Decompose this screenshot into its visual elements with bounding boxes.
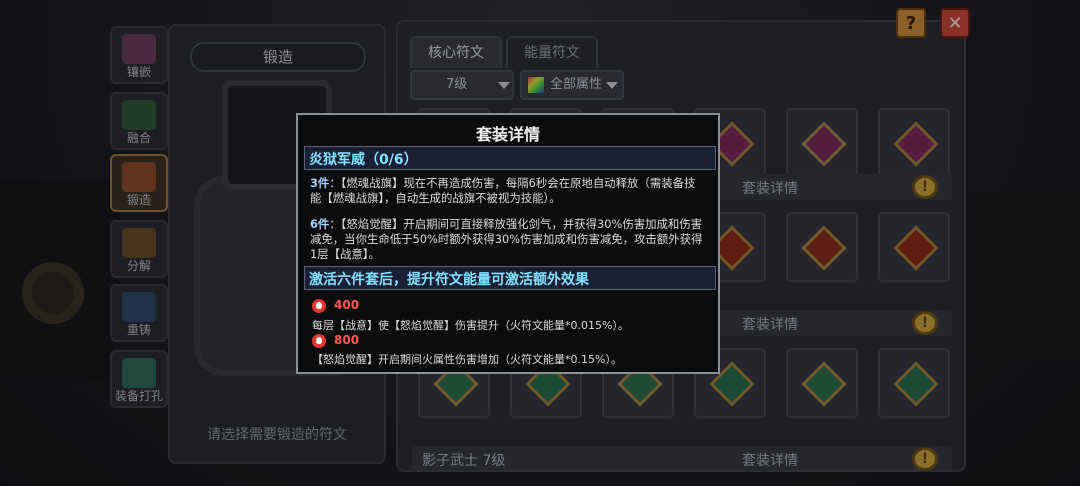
- bonus-3-piece: 3件：【燃魂战旗】现在不再造成伤害，每隔6秒会在原地自动释放（需装备技能【燃魂战…: [310, 176, 706, 206]
- extra-effect-header: 激活六件套后，提升符文能量可激活额外效果: [304, 266, 716, 290]
- set-name: 炎狱军威（0/6）: [309, 152, 418, 168]
- set-details-popup: 套装详情 炎狱军威（0/6） 3件：【燃魂战旗】现在不再造成伤害，每隔6秒会在原…: [296, 113, 720, 374]
- extra-effect-desc: 每层【战意】使【怒焰觉醒】伤害提升（火符文能量*0.015%）。: [312, 319, 629, 332]
- bonus-3-text: ：【燃魂战旗】现在不再造成伤害，每隔6秒会在原地自动释放（需装备技能【燃魂战旗】…: [310, 176, 696, 205]
- bonus-6-tag: 6件: [310, 217, 330, 231]
- extra-effect-desc: 【怒焰觉醒】开启期间火属性伤害增加（火符文能量*0.15%）。: [312, 353, 622, 366]
- bonus-3-tag: 3件: [310, 176, 330, 190]
- fire-rune-icon: [312, 299, 326, 313]
- energy-threshold: 800: [334, 333, 360, 347]
- energy-threshold: 400: [334, 298, 360, 312]
- bonus-6-text: ：【怒焰觉醒】开启期间可直接释放强化剑气，并获得30%伤害加成和伤害减免，当你生…: [310, 217, 703, 261]
- popup-title: 套装详情: [475, 125, 540, 144]
- set-name-header: 炎狱军威（0/6）: [304, 146, 716, 170]
- bonus-6-piece: 6件：【怒焰觉醒】开启期间可直接释放强化剑气，并获得30%伤害加成和伤害减免，当…: [310, 217, 706, 262]
- extra-effect-title: 激活六件套后，提升符文能量可激活额外效果: [309, 272, 589, 288]
- fire-rune-icon: [312, 334, 326, 348]
